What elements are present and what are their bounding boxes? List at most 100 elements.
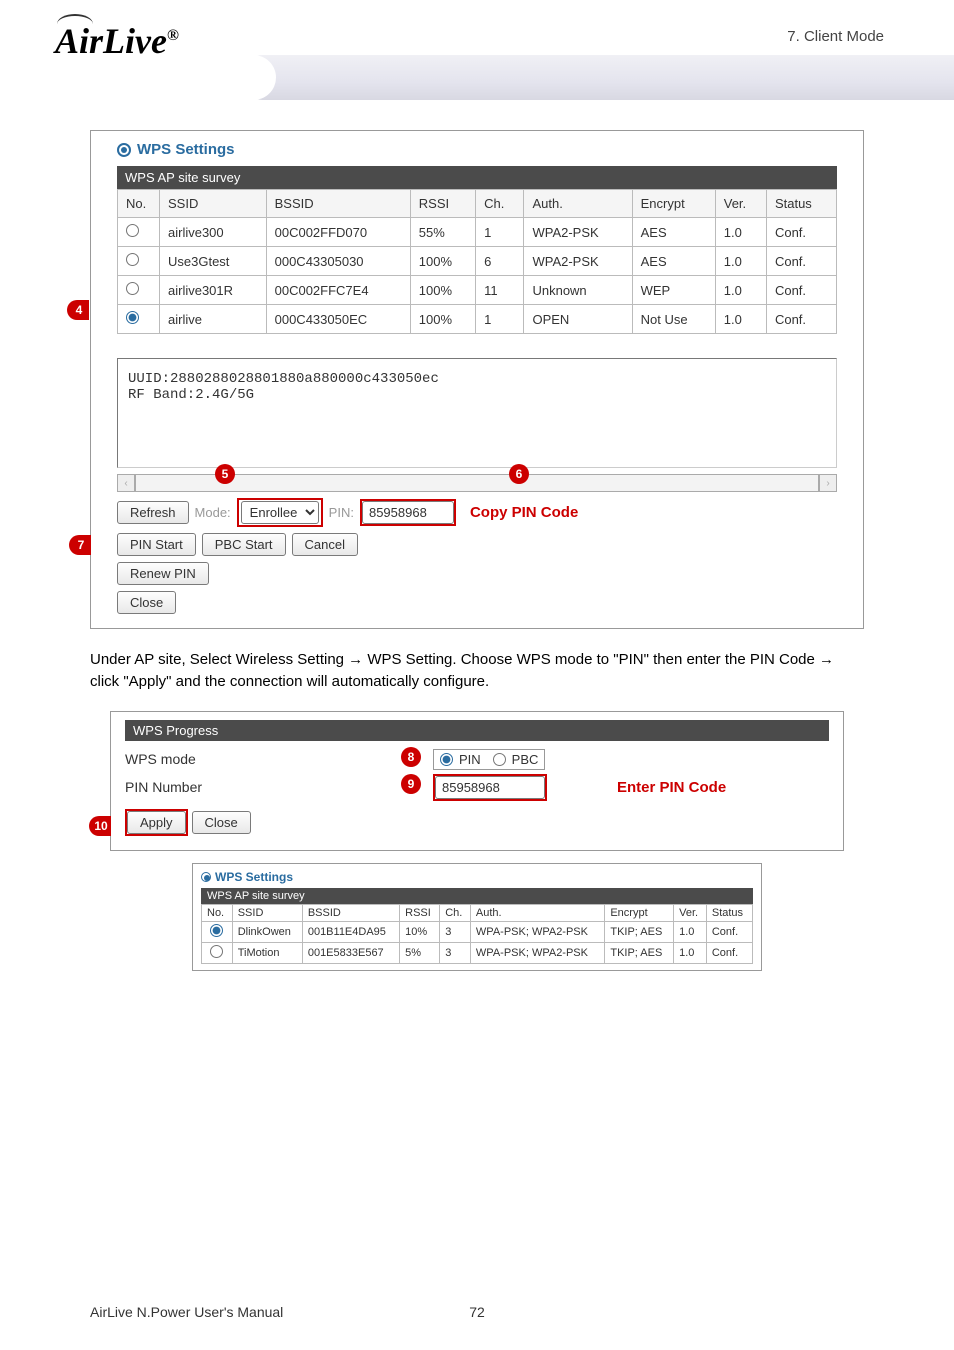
manual-name: AirLive N.Power User's Manual [90, 1304, 283, 1320]
airlive-logo: AirLive® [55, 20, 179, 62]
cell-ver: 1.0 [715, 305, 766, 334]
header-band [240, 55, 954, 100]
instruction-text: Under AP site, Select Wireless Setting →… [90, 649, 864, 693]
col-rssi: RSSI [410, 190, 475, 218]
cell-ssid: DlinkOwen [232, 921, 302, 942]
table-row[interactable]: airlive301R 00C002FFC7E4 100% 11 Unknown… [118, 276, 837, 305]
rf-band-line: RF Band:2.4G/5G [128, 387, 826, 403]
uuid-info-box: UUID:2880288028801880a880000c433050ec RF… [117, 358, 837, 468]
cell-ssid: airlive301R [160, 276, 267, 305]
cell-bssid: 001E5833E567 [302, 942, 399, 963]
refresh-button[interactable]: Refresh [117, 501, 189, 524]
apply-button[interactable]: Apply [127, 811, 186, 834]
cell-status: Conf. [766, 305, 836, 334]
wps-mode-radio-group: PIN PBC [433, 749, 545, 770]
pbc-start-button[interactable]: PBC Start [202, 533, 286, 556]
table-header-row: No. SSID BSSID RSSI Ch. Auth. Encrypt Ve… [202, 904, 753, 921]
wps-ap-table: No. SSID BSSID RSSI Ch. Auth. Encrypt Ve… [117, 189, 837, 334]
callout-8: 8 [401, 747, 421, 767]
col-ver: Ver. [674, 904, 707, 921]
cell-bssid: 000C43305030 [266, 247, 410, 276]
close-button[interactable]: Close [117, 591, 176, 614]
gear-icon [117, 143, 131, 157]
cell-bssid: 000C433050EC [266, 305, 410, 334]
table-row[interactable]: TiMotion 001E5833E567 5% 3 WPA-PSK; WPA2… [202, 942, 753, 963]
scroll-left-icon[interactable]: ‹ [117, 474, 135, 492]
table-row[interactable]: airlive300 00C002FFD070 55% 1 WPA2-PSK A… [118, 218, 837, 247]
cell-ver: 1.0 [715, 247, 766, 276]
cell-ssid: TiMotion [232, 942, 302, 963]
pbc-radio[interactable] [493, 753, 506, 766]
ap-radio[interactable] [126, 224, 139, 237]
page-number: 72 [469, 1304, 485, 1320]
renew-pin-button[interactable]: Renew PIN [117, 562, 209, 585]
cancel-button[interactable]: Cancel [292, 533, 358, 556]
scroll-track[interactable] [135, 474, 819, 492]
cell-bssid: 00C002FFD070 [266, 218, 410, 247]
ap-radio[interactable] [210, 924, 223, 937]
col-ssid: SSID [160, 190, 267, 218]
wps-settings-panel: WPS Settings WPS AP site survey No. SSID… [90, 130, 864, 629]
cell-auth: OPEN [524, 305, 632, 334]
cell-ver: 1.0 [715, 276, 766, 305]
cell-status: Conf. [766, 247, 836, 276]
callout-10: 10 [89, 816, 111, 836]
pin-number-row: PIN Number 9 Enter PIN Code [125, 774, 829, 801]
button-row-3: Renew PIN [117, 562, 837, 585]
cell-encrypt: TKIP; AES [605, 942, 674, 963]
wps-settings-small-title-text: WPS Settings [215, 870, 293, 884]
pin-number-input[interactable] [435, 776, 545, 799]
pin-input[interactable] [362, 501, 454, 524]
enter-pin-label: Enter PIN Code [617, 779, 726, 796]
apply-close-row: Apply Close [125, 809, 829, 836]
ap-radio[interactable] [126, 311, 139, 324]
callout-7: 7 [69, 535, 91, 555]
col-ch: Ch. [440, 904, 471, 921]
callout-9: 9 [401, 774, 421, 794]
table-header-row: No. SSID BSSID RSSI Ch. Auth. Encrypt Ve… [118, 190, 837, 218]
page-header: AirLive® 7. Client Mode [0, 0, 954, 110]
ap-radio[interactable] [126, 253, 139, 266]
cell-ch: 1 [476, 218, 524, 247]
pin-start-button[interactable]: PIN Start [117, 533, 196, 556]
table-row[interactable]: DlinkOwen 001B11E4DA95 10% 3 WPA-PSK; WP… [202, 921, 753, 942]
wifi-arc-icon [57, 14, 93, 34]
cell-ch: 3 [440, 921, 471, 942]
cell-encrypt: TKIP; AES [605, 921, 674, 942]
button-row-4: Close [117, 591, 837, 614]
pin-radio[interactable] [440, 753, 453, 766]
ap-radio[interactable] [210, 945, 223, 958]
wps-progress-header: WPS Progress [125, 720, 829, 741]
wps-settings-title-text: WPS Settings [137, 141, 235, 158]
wps-mode-row: WPS mode 8 PIN PBC [125, 749, 829, 770]
cell-auth: WPA2-PSK [524, 218, 632, 247]
cell-encrypt: WEP [632, 276, 715, 305]
cell-auth: Unknown [524, 276, 632, 305]
scroll-right-icon[interactable]: › [819, 474, 837, 492]
cell-rssi: 10% [400, 921, 440, 942]
pin-number-highlight [433, 774, 547, 801]
wps-settings-title: WPS Settings [117, 141, 837, 158]
scroll-bar[interactable]: ‹ › 5 6 [117, 474, 837, 492]
pbc-radio-label: PBC [512, 752, 539, 767]
cell-rssi: 100% [410, 247, 475, 276]
col-rssi: RSSI [400, 904, 440, 921]
col-status: Status [766, 190, 836, 218]
pin-number-label: PIN Number [125, 779, 415, 795]
table-row[interactable]: airlive 000C433050EC 100% 1 OPEN Not Use… [118, 305, 837, 334]
mode-select[interactable]: Enrollee [241, 501, 319, 524]
table-row[interactable]: Use3Gtest 000C43305030 100% 6 WPA2-PSK A… [118, 247, 837, 276]
col-ver: Ver. [715, 190, 766, 218]
cell-status: Conf. [766, 276, 836, 305]
cell-encrypt: Not Use [632, 305, 715, 334]
small-ap-table: No. SSID BSSID RSSI Ch. Auth. Encrypt Ve… [201, 904, 753, 964]
pin-radio-label: PIN [459, 752, 481, 767]
cell-ssid: Use3Gtest [160, 247, 267, 276]
cell-ssid: airlive [160, 305, 267, 334]
cell-ch: 11 [476, 276, 524, 305]
gear-icon [201, 872, 211, 882]
ap-radio[interactable] [126, 282, 139, 295]
close-button-2[interactable]: Close [192, 811, 251, 834]
cell-rssi: 55% [410, 218, 475, 247]
callout-5: 5 [215, 464, 235, 484]
